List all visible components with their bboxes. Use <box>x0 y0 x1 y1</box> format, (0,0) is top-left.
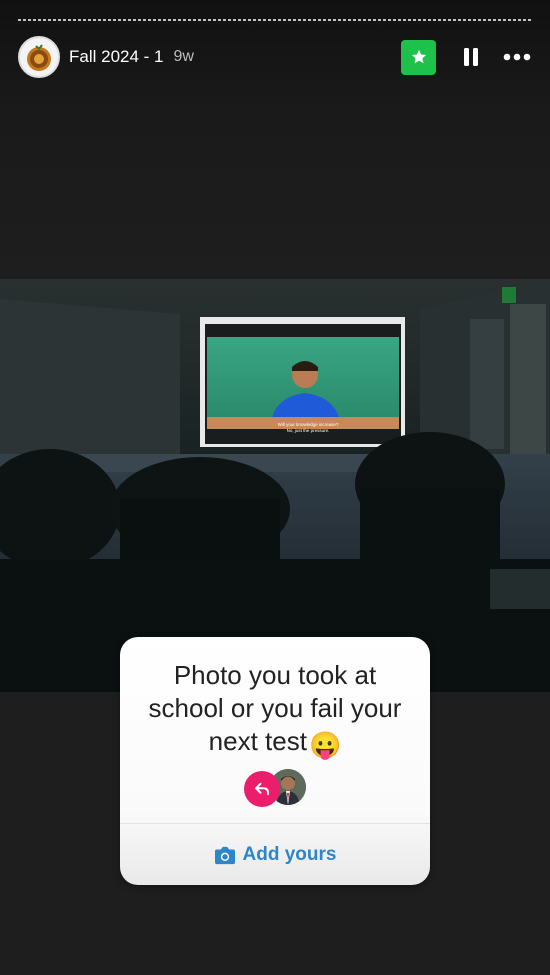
highlight-avatar[interactable] <box>18 36 60 78</box>
screen-subtitle-1: Will your knowledge increase? <box>278 422 339 427</box>
camera-icon <box>214 846 235 864</box>
pumpkin-icon <box>27 44 51 71</box>
add-yours-button[interactable]: Add yours <box>120 824 430 885</box>
reply-badge <box>244 771 280 807</box>
more-horizontal-icon <box>503 53 531 61</box>
highlight-title: Fall 2024 - 1 <box>69 47 164 66</box>
sticker-prompt-text: Photo you took at school or you fail you… <box>148 660 402 756</box>
story-header: Fall 2024 - 1 9w <box>18 36 532 78</box>
close-friends-star-button[interactable] <box>401 39 436 75</box>
pause-button[interactable] <box>456 42 486 72</box>
story-age: 9w <box>173 48 194 65</box>
pause-icon <box>464 48 478 66</box>
screen-subtitle-2: No, just the pressure. <box>287 428 330 433</box>
sticker-prompt: Photo you took at school or you fail you… <box>120 659 430 762</box>
star-icon <box>411 49 426 64</box>
exit-sign <box>502 287 516 303</box>
tongue-emoji: 😛 <box>308 730 342 760</box>
story-photo: Will your knowledge increase? No, just t… <box>0 279 550 692</box>
story-progress-bar <box>18 19 532 21</box>
sticker-participants[interactable] <box>244 769 308 807</box>
add-yours-sticker[interactable]: Photo you took at school or you fail you… <box>120 637 430 885</box>
more-options-button[interactable] <box>502 42 532 72</box>
add-yours-label: Add yours <box>242 843 337 865</box>
reply-arrow-icon <box>255 782 269 796</box>
